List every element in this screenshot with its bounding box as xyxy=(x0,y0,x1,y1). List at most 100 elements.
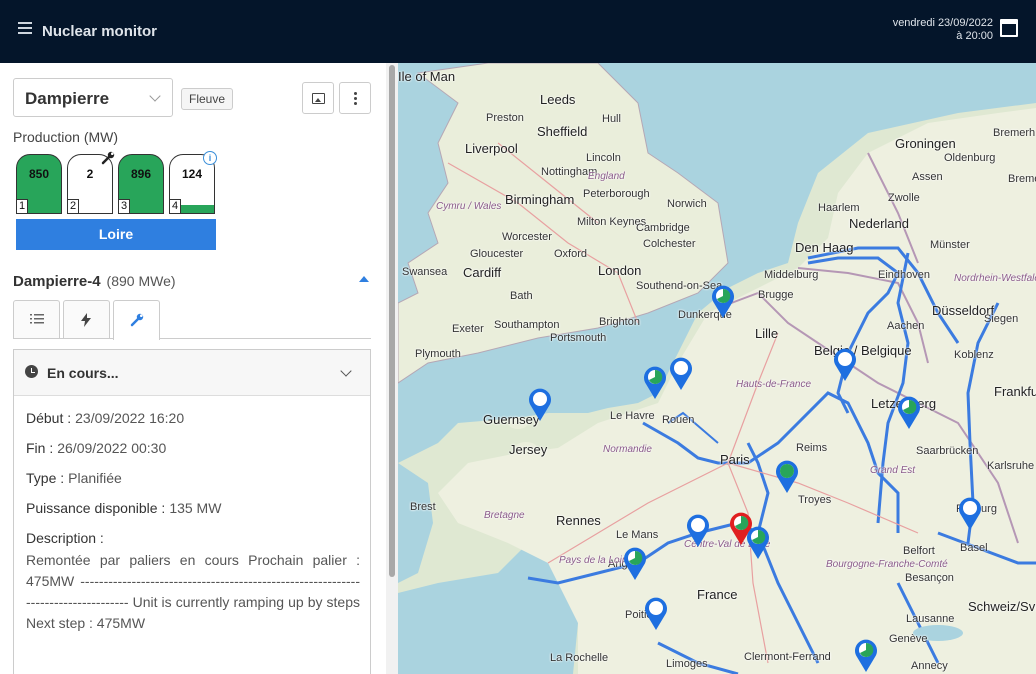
plant-marker-penly[interactable] xyxy=(669,356,693,390)
unit-name: Dampierre-4 xyxy=(13,273,101,290)
map-label: Den Haag xyxy=(795,240,854,255)
list-icon xyxy=(30,314,44,324)
calendar-icon[interactable] xyxy=(1000,19,1018,37)
start-value: 23/09/2022 16:20 xyxy=(75,410,185,426)
wrench-icon xyxy=(101,151,115,165)
map-label: Southend-on-Sea xyxy=(636,280,723,292)
plant-type-badge: Fleuve xyxy=(181,88,234,110)
event-type: Type : Planifiée xyxy=(26,470,122,486)
map-label: Münster xyxy=(930,239,970,251)
plant-select[interactable]: Dampierre xyxy=(13,78,173,117)
plant-marker-paluel[interactable] xyxy=(643,365,667,399)
event-description: Remontée par paliers en cours Prochain p… xyxy=(26,552,360,631)
map-label: Genève xyxy=(889,633,928,645)
map-label: Normandie xyxy=(603,444,652,455)
unit-value: 896 xyxy=(130,167,152,181)
scrollbar-thumb[interactable] xyxy=(389,65,395,577)
tab-power[interactable] xyxy=(63,300,110,338)
unit-number: 2 xyxy=(68,199,79,213)
image-button[interactable] xyxy=(302,82,334,114)
power-label: Puissance disponible : xyxy=(26,500,166,516)
map-label: Limoges xyxy=(666,658,708,670)
map-label: Clermont-Ferrand xyxy=(744,651,831,663)
map-label: Besançon xyxy=(905,572,954,584)
map-label: Reims xyxy=(796,442,828,454)
tab-maintenance[interactable] xyxy=(113,300,160,340)
event-card: En cours... Début :23/09/2022 16:20 Fin … xyxy=(13,349,371,674)
map-label: Liverpool xyxy=(465,141,518,156)
map-label: Rouen xyxy=(662,414,695,426)
map-label: Colchester xyxy=(643,238,696,250)
map-label: Lausanne xyxy=(906,613,955,625)
map-label: Oxford xyxy=(554,248,588,260)
map-label: Paris xyxy=(720,452,750,467)
map-label: Oldenburg xyxy=(944,152,996,164)
map-label: Eindhoven xyxy=(878,269,930,281)
map-label: Haarlem xyxy=(818,202,860,214)
map-label: Troyes xyxy=(798,494,832,506)
river-button[interactable]: Loire xyxy=(16,219,216,250)
more-options-button[interactable] xyxy=(339,82,371,114)
plant-marker-flamanville[interactable] xyxy=(528,387,552,421)
production-label: Production (MW) xyxy=(13,129,119,145)
top-bar: Nuclear monitor vendredi 23/09/2022 à 20… xyxy=(0,0,1036,63)
map-label: Lincoln xyxy=(586,152,621,164)
plant-marker-bugey[interactable] xyxy=(854,638,878,672)
event-card-header[interactable]: En cours... xyxy=(14,350,370,396)
map-label: Groningen xyxy=(895,136,956,151)
plant-marker-chinon[interactable] xyxy=(623,546,647,580)
menu-icon[interactable] xyxy=(18,22,32,38)
unit-tabs xyxy=(13,300,371,340)
map-label: Brest xyxy=(410,501,436,513)
map-label: Bretagne xyxy=(484,510,525,521)
unit-3-gauge[interactable]: 896 3 xyxy=(118,154,164,214)
plant-marker-chooz[interactable] xyxy=(833,347,857,381)
map-label: Brighton xyxy=(599,316,640,328)
map-label: Schweiz/Svizz xyxy=(968,599,1036,614)
map-label: Worcester xyxy=(502,231,552,243)
end-value: 26/09/2022 00:30 xyxy=(57,440,167,456)
plant-marker-belleville[interactable] xyxy=(746,525,770,559)
map-label: Grand Est xyxy=(870,465,916,476)
panel-scrollbar[interactable] xyxy=(386,63,398,674)
map-label: Cambridge xyxy=(636,222,690,234)
map-label: Nederland xyxy=(849,216,909,231)
map[interactable]: Leeds Preston Hull Sheffield Liverpool Lincol… xyxy=(398,63,1036,674)
unit-value: 124 xyxy=(181,167,203,181)
power-value: 135 MW xyxy=(169,500,222,516)
map-label: Frankfurt xyxy=(994,384,1036,399)
tab-list[interactable] xyxy=(13,300,60,338)
chevron-down-icon xyxy=(149,90,161,102)
map-label: Zwolle xyxy=(888,192,920,204)
map-label: Koblenz xyxy=(954,349,994,361)
end-label: Fin : xyxy=(26,440,54,456)
map-label: Basel xyxy=(960,542,988,554)
map-label: Annecy xyxy=(911,660,948,672)
map-label: Hull xyxy=(602,113,621,125)
info-icon[interactable]: i xyxy=(203,151,217,165)
clock-icon xyxy=(25,365,38,378)
map-label: Siegen xyxy=(984,313,1019,325)
event-card-title: En cours... xyxy=(47,365,119,381)
side-panel: Dampierre Fleuve Production (MW) 850 1 2… xyxy=(0,63,386,674)
map-label: Southampton xyxy=(494,319,560,331)
unit-1-gauge[interactable]: 850 1 xyxy=(16,154,62,214)
plant-marker-gravelines[interactable] xyxy=(711,284,735,318)
unit-detail-title: Dampierre-4 (890 MWe) xyxy=(13,273,176,290)
plant-marker-civaux[interactable] xyxy=(644,596,668,630)
event-end: Fin :26/09/2022 00:30 xyxy=(26,440,166,456)
plant-marker-fessenheim[interactable] xyxy=(958,496,982,530)
plant-marker-cattenom[interactable] xyxy=(897,395,921,429)
plant-marker-nogent[interactable] xyxy=(775,459,799,493)
collapse-caret-icon[interactable] xyxy=(359,276,369,282)
map-label: Gloucester xyxy=(470,248,524,260)
map-label: Sheffield xyxy=(537,124,588,139)
map-label: Leeds xyxy=(540,92,576,107)
map-label: Bourgogne-Franche-Comté xyxy=(826,559,948,570)
unit-number: 4 xyxy=(170,199,181,213)
event-start: Début :23/09/2022 16:20 xyxy=(26,410,184,426)
plant-marker-saint-laurent[interactable] xyxy=(686,513,710,547)
map-label: Brugge xyxy=(758,289,794,301)
map-label: Middelburg xyxy=(764,269,819,281)
app-title: Nuclear monitor xyxy=(42,23,158,40)
